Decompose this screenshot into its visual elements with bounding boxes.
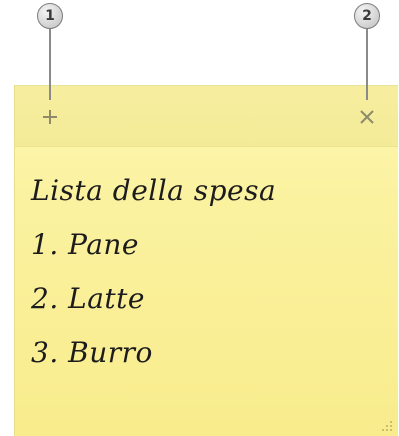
callout-badge-1: 1 [37, 3, 63, 29]
delete-note-button[interactable] [354, 104, 380, 130]
note-title-line: Lista della spesa [31, 174, 277, 207]
screenshot-canvas: 1 2 Lista della spesa 1. Pane 2. Latte 3… [0, 0, 399, 436]
callout-number: 2 [362, 8, 372, 24]
resize-grip[interactable] [378, 417, 392, 431]
callout-leader-line-1 [49, 28, 51, 100]
note-text-area[interactable]: Lista della spesa 1. Pane 2. Latte 3. Bu… [31, 164, 378, 380]
callout-badge-2: 2 [354, 3, 380, 29]
note-list-item: 2. Latte [31, 282, 145, 315]
plus-icon [43, 110, 57, 124]
callout-number: 1 [45, 8, 55, 24]
new-note-button[interactable] [37, 104, 63, 130]
note-title-bar[interactable] [15, 86, 398, 147]
note-list-item: 3. Burro [31, 336, 153, 369]
sticky-note[interactable]: Lista della spesa 1. Pane 2. Latte 3. Bu… [14, 85, 398, 436]
note-list-item: 1. Pane [31, 228, 139, 261]
close-icon [360, 110, 374, 124]
callout-leader-line-2 [366, 28, 368, 100]
